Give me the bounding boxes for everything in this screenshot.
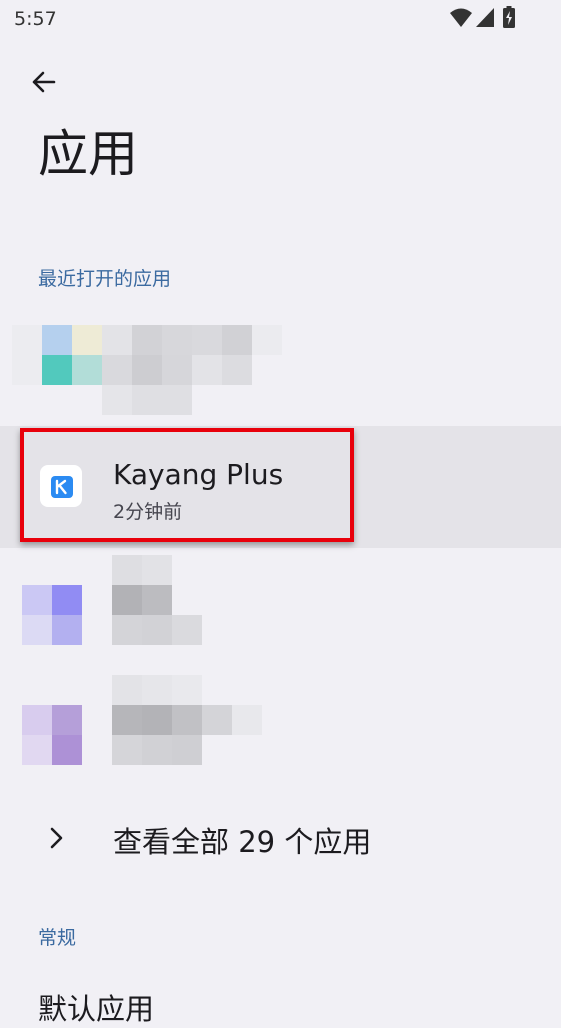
arrow-back-icon	[32, 71, 56, 93]
back-button[interactable]	[22, 60, 66, 104]
see-all-apps-label: 查看全部 29 个应用	[113, 825, 372, 859]
recent-app-row-blurred-2[interactable]	[0, 555, 561, 647]
wifi-icon	[450, 8, 472, 27]
recent-app-row-blurred-1[interactable]	[0, 325, 561, 417]
status-icons	[441, 6, 521, 30]
highlight-annotation-box	[20, 428, 354, 542]
battery-charging-icon	[503, 6, 515, 28]
cellular-signal-icon	[476, 8, 494, 27]
status-bar: 5:57	[0, 0, 561, 40]
recent-app-row-blurred-3[interactable]	[0, 675, 561, 767]
see-all-apps-row[interactable]: 查看全部 29 个应用	[0, 806, 561, 870]
section-label-general: 常规	[38, 927, 77, 949]
page-title: 应用	[38, 125, 138, 183]
chevron-right-icon	[50, 827, 63, 849]
settings-item-default-apps[interactable]: 默认应用	[38, 986, 154, 1028]
status-time: 5:57	[14, 8, 57, 30]
section-label-recent: 最近打开的应用	[38, 268, 172, 290]
